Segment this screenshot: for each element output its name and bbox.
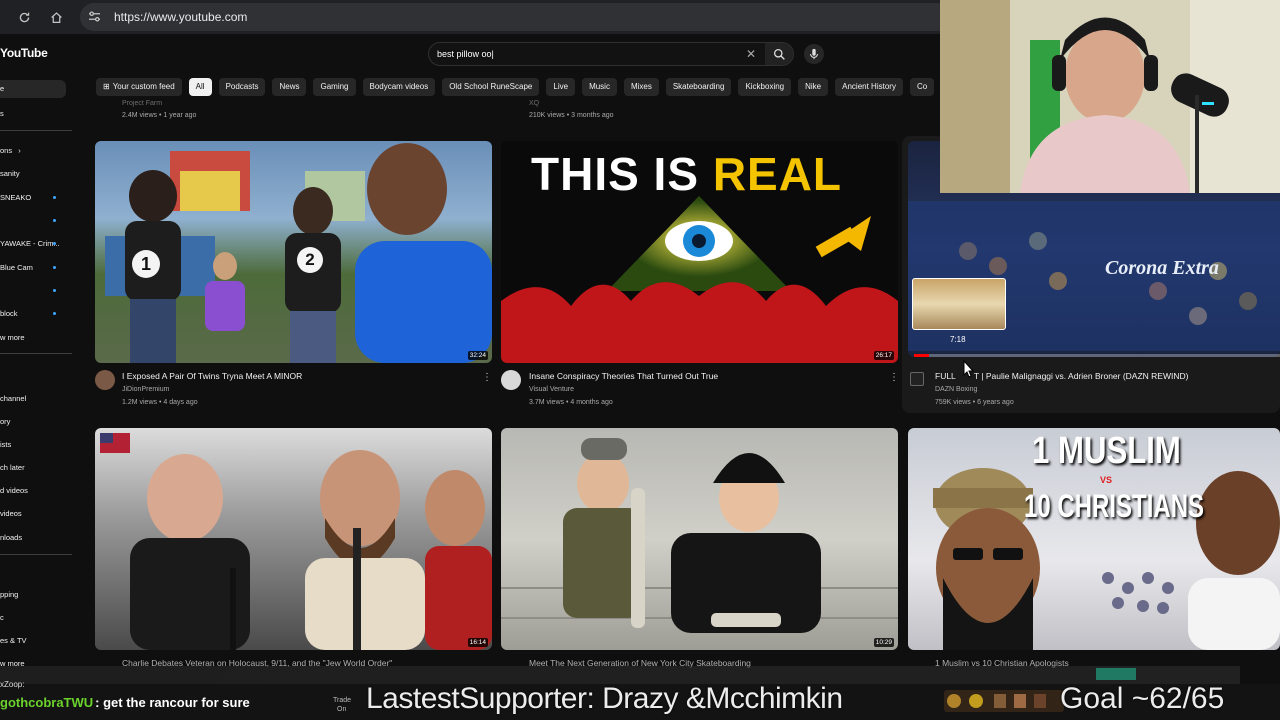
search-button[interactable] bbox=[765, 43, 793, 65]
thumbnail-vs: VS bbox=[1100, 475, 1113, 485]
chip-kickboxing[interactable]: Kickboxing bbox=[738, 78, 792, 96]
thumbnail-label: 1 bbox=[132, 250, 160, 278]
sidebar-item-liked-videos[interactable]: d videos bbox=[0, 486, 28, 495]
url-text: https://www.youtube.com bbox=[114, 10, 248, 24]
reload-icon[interactable] bbox=[16, 9, 32, 25]
sidebar-item-music[interactable]: c bbox=[0, 613, 4, 622]
video-meta-partial: 2.4M views • 1 year ago bbox=[122, 112, 197, 119]
thumbnail-brand: Corona Extra bbox=[1105, 257, 1219, 279]
sidebar-item-subscriptions[interactable]: ons › bbox=[0, 146, 21, 155]
video-thumbnail[interactable]: 16:14 bbox=[95, 428, 492, 650]
video-channel[interactable]: DAZN Boxing bbox=[935, 386, 977, 393]
thumbnail-text: 1 MUSLIM bbox=[1032, 430, 1181, 472]
video-channel[interactable]: Visual Venture bbox=[529, 386, 574, 393]
chat-text: : get the rancour for sure bbox=[95, 694, 250, 710]
scrub-time: 7:18 bbox=[950, 335, 966, 344]
voice-search-button[interactable] bbox=[804, 44, 824, 64]
chip-gaming[interactable]: Gaming bbox=[313, 78, 356, 96]
sidebar-item-sub-4[interactable]: YAWAKE - Crim... bbox=[0, 239, 60, 248]
thumbnail-label: 2 bbox=[297, 247, 323, 273]
chip-nike[interactable]: Nike bbox=[798, 78, 829, 96]
sidebar-item-shopping[interactable]: pping bbox=[0, 590, 18, 599]
sub-goal: Goal ~62/65 bbox=[1060, 682, 1225, 715]
channel-avatar[interactable] bbox=[501, 370, 521, 390]
video-thumbnail[interactable]: 10:29 bbox=[501, 428, 898, 650]
chat-small-user: xZoop: bbox=[0, 680, 25, 689]
sidebar-item-sub-1[interactable]: sanity bbox=[0, 169, 20, 178]
video-thumbnail[interactable]: THIS IS REAL 26:17 bbox=[501, 141, 898, 363]
browser-toolbar: https://www.youtube.com bbox=[0, 0, 940, 34]
chat-username: gothcobraTWU bbox=[0, 694, 94, 710]
chip-music[interactable]: Music bbox=[582, 78, 617, 96]
webcam-overlay bbox=[940, 0, 1280, 193]
latest-supporter: LastestSupporter: Drazy &Mcchimkin bbox=[366, 682, 843, 715]
chip-all[interactable]: All bbox=[188, 78, 212, 96]
sidebar-item-home[interactable]: e bbox=[0, 80, 66, 98]
thumbnail-text: THIS IS REAL bbox=[531, 148, 843, 200]
search-input[interactable]: best pillow oo| ✕ bbox=[428, 42, 794, 66]
chat-message: gothcobraTWU : get the rancour for sure bbox=[0, 690, 250, 714]
sidebar-item-show-more[interactable]: w more bbox=[0, 333, 25, 342]
chip-ancient-history[interactable]: Ancient History bbox=[835, 78, 903, 96]
thumbnail-text: 10 CHRISTIANS bbox=[1024, 488, 1205, 524]
home-icon[interactable] bbox=[48, 9, 64, 25]
search-query: best pillow oo| bbox=[437, 49, 494, 59]
sidebar-item-playlists[interactable]: ists bbox=[0, 440, 11, 449]
sidebar-item-your-videos[interactable]: videos bbox=[0, 509, 22, 518]
emote-row bbox=[944, 690, 1064, 712]
video-channel[interactable]: JiDionPremium bbox=[122, 386, 169, 393]
video-title[interactable]: FULL T | Paulie Malignaggi vs. Adrien Br… bbox=[935, 371, 1188, 381]
microphone-icon bbox=[810, 48, 818, 60]
channel-avatar[interactable] bbox=[95, 370, 115, 390]
chip-news[interactable]: News bbox=[272, 78, 307, 96]
channel-avatar[interactable] bbox=[910, 372, 924, 386]
video-meta-partial: 210K views • 3 months ago bbox=[529, 112, 614, 119]
video-channel-partial: Project Farm bbox=[122, 100, 163, 107]
youtube-logo[interactable]: YouTube bbox=[0, 46, 48, 60]
more-options-icon[interactable]: ⋮ bbox=[482, 372, 492, 383]
video-thumbnail[interactable]: 1 MUSLIM VS 10 CHRISTIANS bbox=[908, 428, 1280, 650]
sidebar-item-your-channel[interactable]: channel bbox=[0, 394, 26, 403]
chip-live[interactable]: Live bbox=[546, 78, 576, 96]
video-meta: 1.2M views • 4 days ago bbox=[122, 399, 198, 406]
preview-progress-bar[interactable] bbox=[914, 354, 1280, 357]
clear-search-icon[interactable]: ✕ bbox=[743, 47, 759, 61]
sidebar-item-sub-2[interactable]: SNEAKO bbox=[0, 193, 31, 202]
sidebar-item-watch-later[interactable]: ch later bbox=[0, 463, 25, 472]
video-duration: 32:24 bbox=[467, 351, 488, 360]
sidebar-item-sub-7[interactable]: block bbox=[0, 309, 18, 318]
video-duration: 10:29 bbox=[873, 638, 894, 647]
search-icon bbox=[773, 48, 785, 60]
more-options-icon[interactable]: ⋮ bbox=[889, 372, 899, 383]
video-meta: 3.7M views • 4 months ago bbox=[529, 399, 613, 406]
video-title[interactable]: Insane Conspiracy Theories That Turned O… bbox=[529, 371, 718, 381]
video-duration: 16:14 bbox=[467, 638, 488, 647]
overlay-label: Trade bbox=[333, 697, 352, 704]
sidebar-item-shorts[interactable]: s bbox=[0, 109, 4, 118]
chip-skateboarding[interactable]: Skateboarding bbox=[665, 78, 732, 96]
chip-podcasts[interactable]: Podcasts bbox=[218, 78, 266, 96]
video-duration: 26:17 bbox=[873, 351, 894, 360]
chip-osrs[interactable]: Old School RuneScape bbox=[442, 78, 540, 96]
video-meta: 759K views • 6 years ago bbox=[935, 399, 1014, 406]
chip-bodycam[interactable]: Bodycam videos bbox=[362, 78, 436, 96]
chip-mixes[interactable]: Mixes bbox=[623, 78, 659, 96]
chip-overflow[interactable]: Co bbox=[909, 78, 935, 96]
address-bar[interactable]: https://www.youtube.com bbox=[80, 3, 940, 31]
chip-custom-feed[interactable]: ⊞ Your custom feed bbox=[96, 78, 182, 96]
sidebar-item-history[interactable]: ory bbox=[0, 417, 10, 426]
overlay-label: On bbox=[337, 706, 347, 713]
video-channel-partial: XQ bbox=[529, 100, 540, 107]
sidebar-item-downloads[interactable]: nloads bbox=[0, 533, 22, 542]
sidebar: e s ons › sanity SNEAKO YAWAKE - Crim...… bbox=[0, 80, 72, 680]
video-title[interactable]: I Exposed A Pair Of Twins Tryna Meet A M… bbox=[122, 371, 302, 381]
site-settings-icon[interactable] bbox=[88, 11, 102, 23]
scrub-preview bbox=[912, 278, 1006, 330]
sidebar-item-sub-5[interactable]: Blue Cam bbox=[0, 263, 33, 272]
sidebar-item-movies-tv[interactable]: es & TV bbox=[0, 636, 27, 645]
